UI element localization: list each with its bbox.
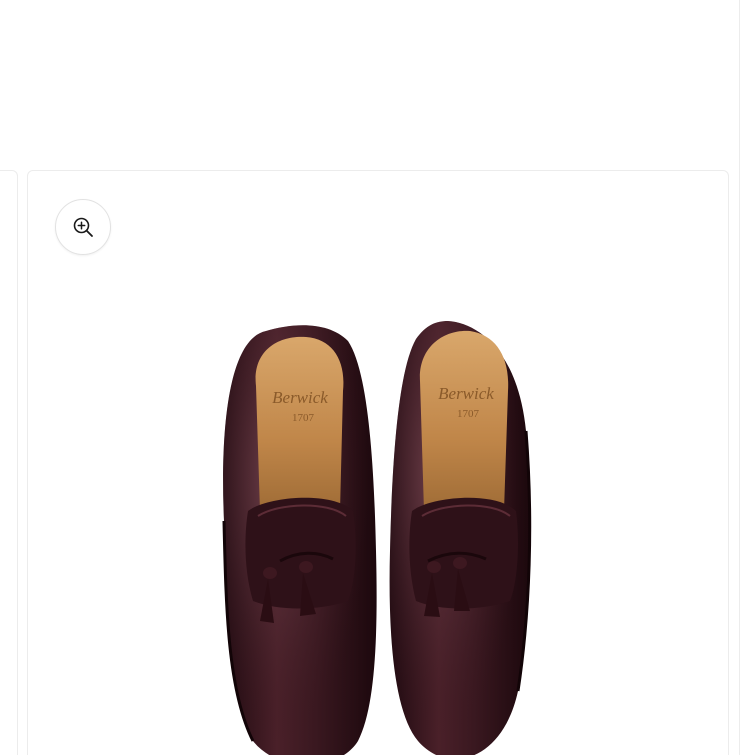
product-gallery: Berwick 1707 Berwick 1707 xyxy=(0,170,755,755)
left-insole-brand: Berwick xyxy=(272,388,328,407)
previous-gallery-slide[interactable] xyxy=(0,170,18,755)
right-insole-brand: Berwick xyxy=(438,384,494,403)
product-page: Berwick 1707 Berwick 1707 xyxy=(0,0,755,755)
right-insole-year: 1707 xyxy=(457,408,480,420)
zoom-button[interactable] xyxy=(55,199,111,255)
right-loafer: Berwick 1707 xyxy=(389,321,532,755)
main-gallery-slide: Berwick 1707 Berwick 1707 xyxy=(27,170,729,755)
left-insole-year: 1707 xyxy=(292,412,315,424)
zoom-in-icon xyxy=(73,217,93,237)
product-image-loafers[interactable]: Berwick 1707 Berwick 1707 xyxy=(208,311,548,755)
left-loafer: Berwick 1707 xyxy=(222,325,377,755)
